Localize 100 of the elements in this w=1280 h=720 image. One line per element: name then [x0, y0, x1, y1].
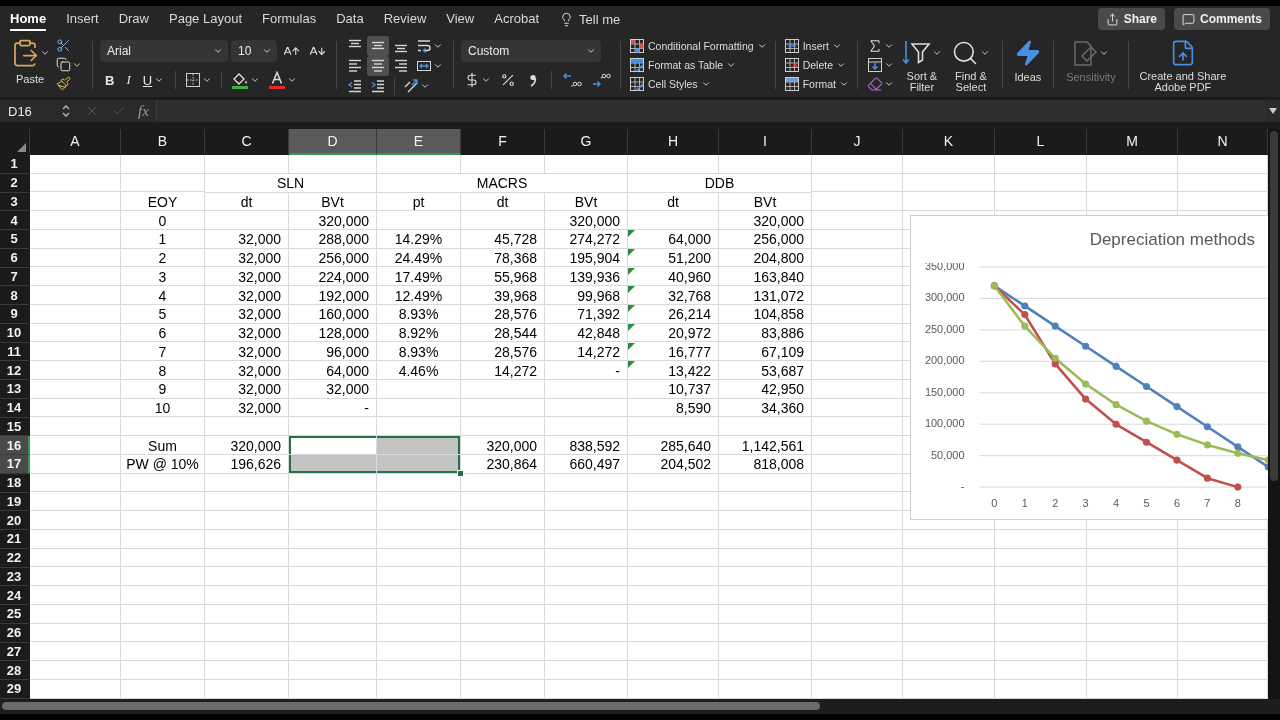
ribbon-tab[interactable]: Home: [10, 7, 47, 31]
column-header[interactable]: D: [289, 129, 377, 155]
scrollbar-thumb[interactable]: [1270, 131, 1278, 481]
table-cell: 64,000: [668, 231, 712, 248]
corner-triangle-icon: [17, 143, 26, 152]
column-header[interactable]: L: [995, 129, 1087, 155]
row-header[interactable]: 21: [0, 530, 30, 549]
row-header[interactable]: 29: [0, 680, 30, 699]
percent-icon: [500, 72, 516, 88]
ribbon-tab[interactable]: View: [446, 7, 475, 31]
table-cell: 28,576: [494, 343, 538, 360]
table-cell: -: [364, 400, 370, 417]
borders-icon: [185, 72, 202, 88]
delete-cells-icon: [783, 56, 800, 73]
row-header[interactable]: 4: [0, 211, 30, 230]
table-cell: 196,626: [230, 456, 282, 473]
scissors-icon: [56, 38, 71, 53]
row-header[interactable]: 1: [0, 155, 30, 174]
column-header[interactable]: M: [1087, 129, 1178, 155]
align-center-button[interactable]: [367, 56, 389, 76]
scrollbar-thumb[interactable]: [2, 702, 820, 711]
caret-icon: [250, 75, 261, 85]
column-header[interactable]: B: [121, 129, 205, 155]
caret-icon: [481, 75, 491, 85]
column-header[interactable]: I: [719, 129, 812, 155]
format-button[interactable]: Format: [781, 74, 851, 93]
italic-button[interactable]: I: [121, 70, 136, 90]
ideas-button[interactable]: Ideas: [1009, 36, 1046, 93]
row-header[interactable]: 20: [0, 511, 30, 530]
axis-label: 150,000: [924, 385, 965, 398]
underline-button[interactable]: U: [137, 70, 170, 90]
table-cell: 838,592: [569, 437, 621, 454]
font-color-icon: [268, 71, 287, 89]
caret-icon: [154, 75, 165, 85]
ribbon-tab[interactable]: Draw: [118, 7, 149, 31]
conditional-formatting-button[interactable]: Conditional Formatting: [627, 36, 769, 55]
table-cell: 32,000: [238, 287, 282, 304]
column-label: dt: [240, 193, 254, 210]
column-header[interactable]: K: [903, 129, 995, 155]
data-point: [1234, 483, 1242, 491]
table-cell: 320,000: [318, 212, 370, 229]
font-name-dropdown[interactable]: Arial: [100, 40, 228, 62]
table-cell: 1,142,561: [741, 437, 805, 454]
table-cell: 818,008: [753, 456, 805, 473]
table-cell: 8.92%: [398, 325, 440, 342]
row-header[interactable]: 24: [0, 586, 30, 605]
align-middle-button[interactable]: [367, 36, 389, 56]
table-cell: 32,000: [238, 231, 282, 248]
column-header[interactable]: H: [628, 129, 719, 155]
caret-icon: [202, 75, 213, 85]
insert-function-button[interactable]: fx: [136, 102, 151, 120]
table-cell: 12.49%: [394, 287, 444, 304]
data-point: [1142, 417, 1151, 425]
fill-handle[interactable]: [457, 469, 464, 477]
create-pdf-button[interactable]: Create and Share Adobe PDF: [1135, 36, 1230, 93]
row-header[interactable]: 5: [0, 230, 30, 249]
ribbon-tab[interactable]: Formulas: [262, 7, 317, 31]
fill-color-icon: [231, 71, 250, 89]
formula-input[interactable]: [155, 100, 1266, 122]
column-header[interactable]: N: [1178, 129, 1268, 155]
comments-button[interactable]: Comments: [1174, 8, 1270, 30]
ribbon-tab[interactable]: Acrobat: [494, 7, 540, 31]
cell-styles-button[interactable]: Cell Styles: [627, 74, 769, 93]
row-header[interactable]: 25: [0, 605, 30, 624]
find-select-button[interactable]: Find & Select: [946, 36, 995, 93]
decrease-decimal-icon: [562, 72, 582, 88]
row-header[interactable]: 16: [0, 436, 30, 455]
table-cell: 20,972: [668, 325, 712, 342]
bold-button[interactable]: B: [100, 70, 120, 90]
font-size-dropdown[interactable]: 10: [231, 40, 277, 62]
column-header[interactable]: C: [205, 129, 289, 155]
number-format-dropdown[interactable]: Custom: [461, 40, 601, 62]
row-header[interactable]: 17: [0, 455, 30, 474]
table-cell: 256,000: [753, 231, 805, 248]
dollar-icon: [464, 72, 480, 88]
insert-button[interactable]: Insert: [781, 36, 851, 55]
column-header[interactable]: J: [812, 129, 903, 155]
column-header[interactable]: E: [377, 129, 461, 155]
tell-me-button[interactable]: Tell me: [559, 11, 621, 27]
row-header[interactable]: 13: [0, 380, 30, 399]
paste-button[interactable]: Paste: [10, 36, 50, 93]
ribbon-tab[interactable]: Data: [336, 7, 364, 31]
ribbon-tab[interactable]: Page Layout: [169, 7, 242, 31]
name-box[interactable]: D16: [0, 100, 62, 122]
table-cell: 163,840: [753, 268, 805, 285]
ribbon-tab[interactable]: Insert: [66, 7, 99, 31]
table-cell: 71,392: [577, 306, 621, 323]
row-header[interactable]: 8: [0, 286, 30, 305]
format-as-table-button[interactable]: Format as Table: [627, 55, 769, 74]
vertical-scrollbar[interactable]: [1268, 129, 1280, 699]
ribbon-tab[interactable]: Review: [383, 7, 427, 31]
delete-button[interactable]: Delete: [781, 55, 851, 74]
column-header[interactable]: G: [545, 129, 628, 155]
column-header[interactable]: A: [30, 129, 121, 155]
row-header[interactable]: 9: [0, 305, 30, 324]
share-button[interactable]: Share: [1097, 8, 1165, 30]
row-header[interactable]: 28: [0, 661, 30, 680]
row-header[interactable]: 12: [0, 361, 30, 380]
sort-filter-button[interactable]: Sort & Filter: [899, 36, 944, 93]
column-header[interactable]: F: [461, 129, 545, 155]
